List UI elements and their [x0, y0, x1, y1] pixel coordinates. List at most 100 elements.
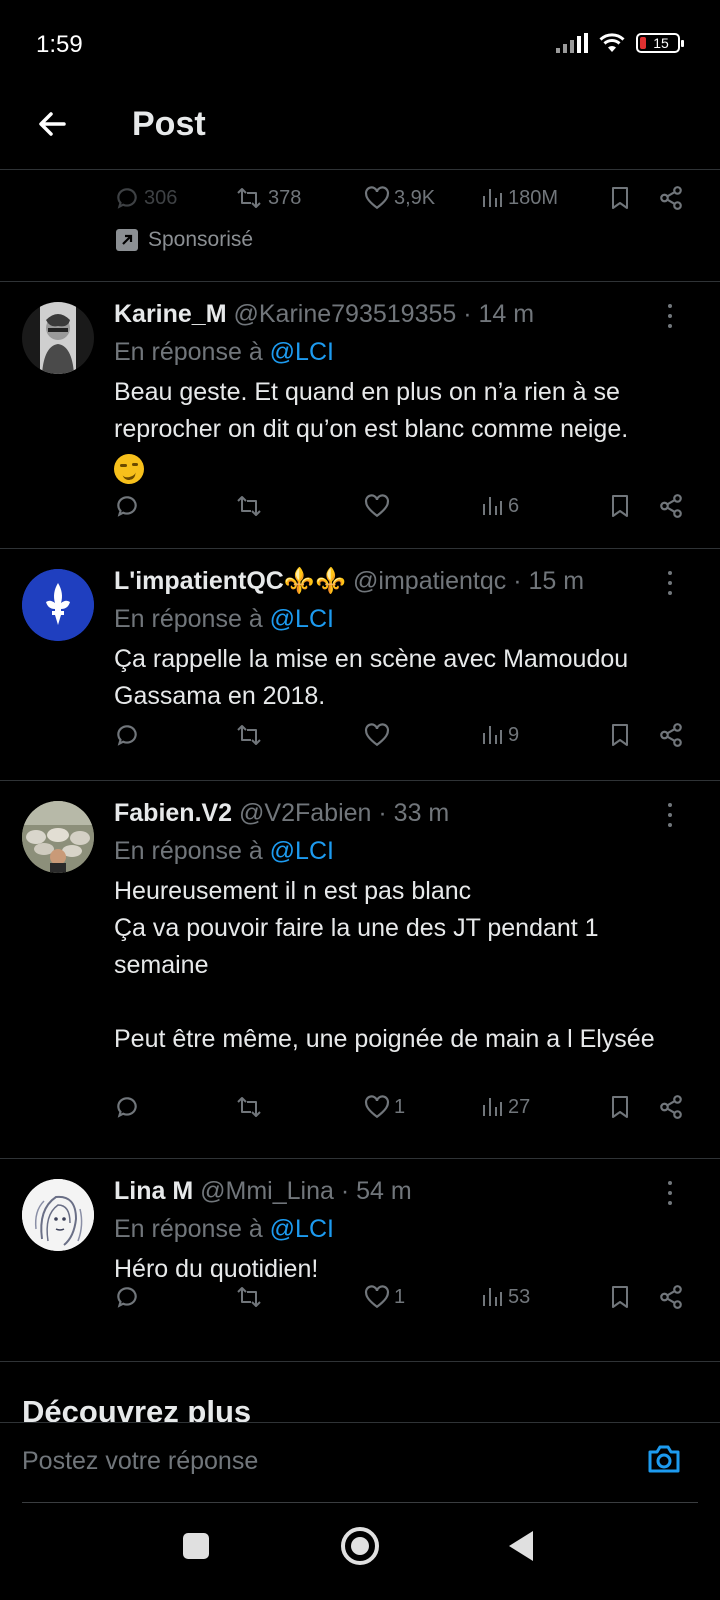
user-handle[interactable]: @V2Fabien: [239, 799, 371, 827]
views-count: 53: [508, 1285, 531, 1308]
reply-button[interactable]: 306: [114, 178, 177, 218]
views-button[interactable]: 6: [480, 486, 519, 526]
like-button[interactable]: 1: [364, 1277, 405, 1317]
reply-input[interactable]: [22, 1437, 622, 1485]
reply-tweet[interactable]: L'impatientQC⚜️⚜️ @impatientqc · 15 m En…: [0, 549, 720, 781]
reply-button[interactable]: [114, 1277, 144, 1317]
battery-level: 15: [653, 35, 669, 51]
share-button[interactable]: [658, 1277, 684, 1317]
camera-icon: [648, 1445, 680, 1473]
views-icon: [483, 1098, 502, 1116]
share-button[interactable]: [658, 486, 684, 526]
more-options-icon[interactable]: [660, 304, 680, 328]
avatar[interactable]: [22, 302, 94, 374]
views-button[interactable]: 53: [480, 1277, 530, 1317]
views-button[interactable]: 9: [480, 715, 519, 755]
repost-button[interactable]: [234, 1277, 268, 1317]
reply-icon: [117, 1287, 137, 1308]
recents-button[interactable]: [183, 1533, 209, 1559]
reply-icon: [117, 188, 137, 209]
tweet-time: · 14 m: [463, 300, 535, 328]
page-title: Post: [132, 105, 206, 143]
sponsored-text: Sponsorisé: [148, 228, 254, 251]
user-name[interactable]: L'impatientQC⚜️⚜️: [114, 567, 346, 595]
share-button[interactable]: [658, 178, 684, 218]
like-button[interactable]: 3,9K: [364, 178, 435, 218]
status-time: 1:59: [36, 31, 83, 58]
avatar[interactable]: [22, 1179, 94, 1251]
bookmark-button[interactable]: [608, 715, 632, 755]
tweet-header: L'impatientQC⚜️⚜️ @impatientqc · 15 m: [114, 563, 674, 599]
views-icon: [483, 189, 502, 207]
arrow-left-icon: [39, 112, 66, 136]
reply-context: En réponse à @LCI: [114, 833, 334, 869]
tweet-actions: 9: [114, 715, 694, 755]
discover-more-heading: Découvrez plus: [22, 1394, 252, 1424]
avatar[interactable]: [22, 569, 94, 641]
bookmark-button[interactable]: [608, 178, 632, 218]
views-button[interactable]: 27: [480, 1087, 530, 1127]
tweet-time: · 15 m: [513, 567, 585, 595]
reply-prefix: En réponse à: [114, 605, 263, 633]
reply-tweet[interactable]: Karine_M @Karine793519355 · 14 m En répo…: [0, 282, 720, 549]
like-count: 1: [394, 1285, 406, 1308]
reply-button[interactable]: [114, 486, 144, 526]
bookmark-button[interactable]: [608, 1277, 632, 1317]
reply-mention[interactable]: @LCI: [270, 837, 334, 865]
reply-mention[interactable]: @LCI: [270, 338, 334, 366]
reply-mention[interactable]: @LCI: [270, 1215, 334, 1243]
tweet-time: · 54 m: [340, 1177, 412, 1205]
bookmark-button[interactable]: [608, 1087, 632, 1127]
bookmark-icon: [612, 1286, 628, 1308]
reply-prefix: En réponse à: [114, 338, 263, 366]
repost-button[interactable]: [234, 486, 268, 526]
user-name[interactable]: Karine_M: [114, 300, 227, 328]
wifi-icon: [599, 33, 625, 52]
status-icons: 15: [556, 32, 684, 54]
share-button[interactable]: [658, 1087, 684, 1127]
repost-button[interactable]: 378: [234, 178, 301, 218]
reply-icon: [117, 725, 137, 746]
reply-prefix: En réponse à: [114, 1215, 263, 1243]
user-handle[interactable]: @Mmi_Lina: [200, 1177, 334, 1205]
user-name[interactable]: Lina M: [114, 1177, 193, 1205]
back-button[interactable]: [30, 102, 74, 146]
tweet-header: Lina M @Mmi_Lina · 54 m: [114, 1173, 674, 1209]
share-icon: [660, 494, 682, 518]
views-button[interactable]: 180M: [480, 178, 558, 218]
home-button[interactable]: [341, 1527, 379, 1565]
repost-icon: [237, 725, 261, 745]
like-count: 3,9K: [394, 186, 436, 209]
more-options-icon[interactable]: [660, 571, 680, 595]
heart-icon: [364, 494, 390, 518]
share-button[interactable]: [658, 715, 684, 755]
user-handle[interactable]: @Karine793519355: [234, 300, 457, 328]
more-options-icon[interactable]: [660, 1181, 680, 1205]
like-button[interactable]: [364, 486, 394, 526]
signal-icon: [556, 33, 588, 53]
views-count: 9: [508, 723, 520, 746]
views-count: 6: [508, 494, 520, 517]
reply-tweet[interactable]: Lina M @Mmi_Lina · 54 m En réponse à @LC…: [0, 1159, 720, 1362]
bookmark-button[interactable]: [608, 486, 632, 526]
more-options-icon[interactable]: [660, 803, 680, 827]
status-bar: 1:59 15: [0, 0, 720, 90]
reply-tweet[interactable]: Fabien.V2 @V2Fabien · 33 m En réponse à …: [0, 781, 720, 1159]
camera-button[interactable]: [646, 1443, 682, 1480]
reply-mention[interactable]: @LCI: [270, 605, 334, 633]
parent-post-stats: 306 378 3,9K 180M Sponsorisé: [0, 172, 720, 282]
reply-button[interactable]: [114, 715, 144, 755]
user-handle[interactable]: @impatientqc: [353, 567, 506, 595]
reply-button[interactable]: [114, 1087, 144, 1127]
like-button[interactable]: 1: [364, 1087, 405, 1127]
avatar[interactable]: [22, 801, 94, 873]
user-name[interactable]: Fabien.V2: [114, 799, 232, 827]
repost-count: 378: [268, 186, 302, 209]
repost-button[interactable]: [234, 1087, 268, 1127]
like-button[interactable]: [364, 715, 394, 755]
reply-context: En réponse à @LCI: [114, 334, 334, 370]
system-back-button[interactable]: [509, 1531, 533, 1561]
repost-button[interactable]: [234, 715, 268, 755]
tweet-actions: 1 27: [114, 1087, 694, 1127]
share-icon: [660, 1285, 682, 1309]
